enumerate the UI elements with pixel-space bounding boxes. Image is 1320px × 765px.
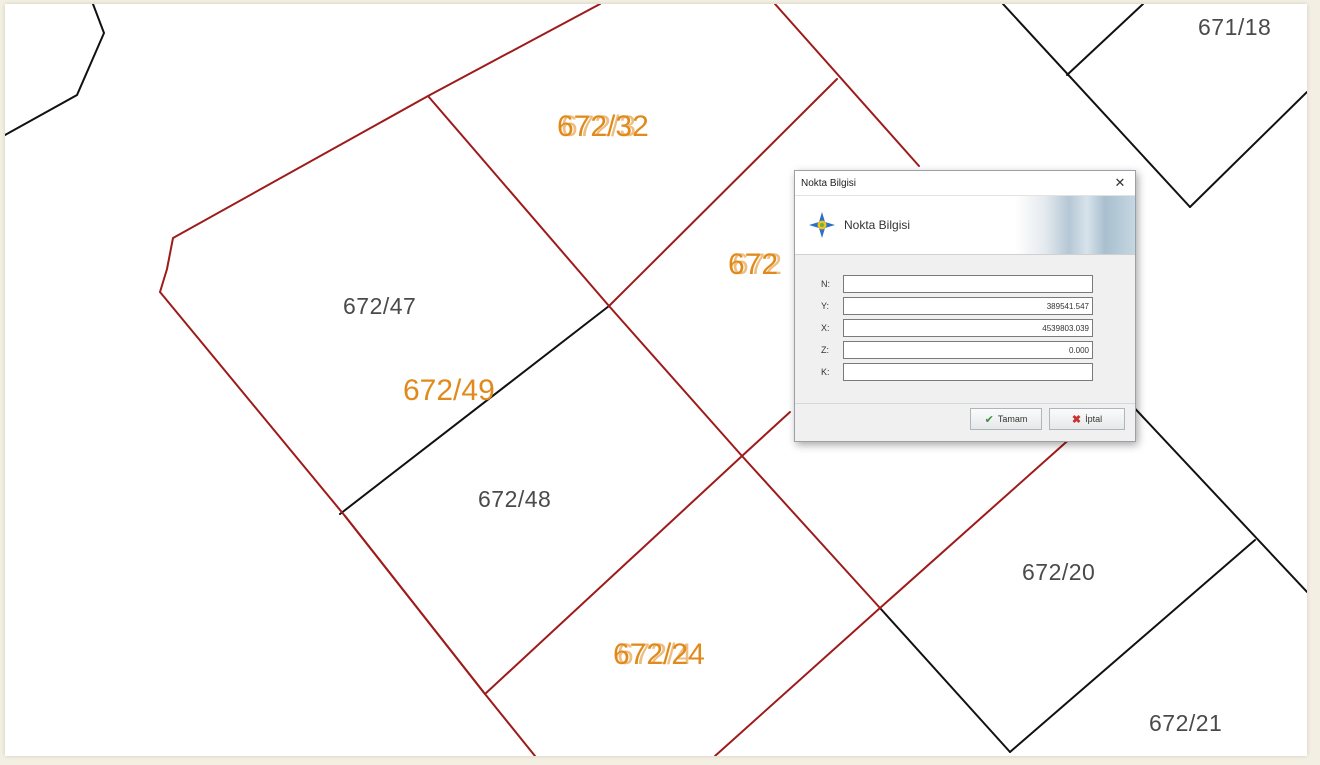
parcel-label: 671/18 [1198, 14, 1272, 40]
field-label: X: [821, 323, 830, 333]
overlapping-parcel-label: 672 672 [728, 248, 782, 282]
boundary-line [159, 4, 601, 293]
check-icon: ✔ [984, 413, 994, 426]
field-row-k: K: [795, 363, 1135, 383]
front-label: 672/32 [557, 110, 649, 143]
boundary-line [741, 411, 791, 457]
boundary-line [5, 4, 106, 136]
compass-icon [809, 212, 835, 238]
parcel-label-highlight: 672/49 [403, 374, 495, 407]
ok-button-label: Tamam [997, 414, 1028, 424]
overlapping-parcel-label: 672/3 672/32 [557, 110, 649, 144]
parcel-label: 672/48 [478, 486, 552, 512]
field-row-n: N: [795, 275, 1135, 295]
field-row-x: X: [795, 319, 1135, 339]
field-label: N: [821, 279, 830, 289]
boundary-line [1189, 91, 1307, 208]
boundary-line [879, 607, 1011, 753]
field-row-z: Z: [795, 341, 1135, 361]
front-label: 672 [728, 248, 779, 281]
banner-graphic [1015, 196, 1135, 254]
cancel-button-label: İptal [1085, 414, 1103, 424]
boundary-line [1126, 399, 1307, 593]
point-info-dialog: Nokta Bilgisi ✕ Nokta Bilgisi N: Y: 3895… [794, 170, 1136, 442]
dialog-banner: Nokta Bilgisi [795, 196, 1135, 255]
overlapping-parcel-label: 672/4 672/24 [613, 638, 705, 672]
dialog-divider [795, 403, 1135, 404]
x-field[interactable] [843, 319, 1093, 337]
close-icon[interactable]: ✕ [1111, 175, 1129, 191]
boundary-line [344, 515, 486, 695]
boundary-line [774, 4, 920, 167]
parcel-label: 672/21 [1149, 710, 1223, 736]
dialog-title: Nokta Bilgisi [801, 177, 857, 189]
parcel-label: 672/20 [1022, 559, 1096, 585]
front-label: 672/24 [613, 638, 705, 671]
field-label: Y: [821, 301, 830, 311]
z-field[interactable] [843, 341, 1093, 359]
map-canvas[interactable]: 671/18 672/47 672/48 672/20 672/21 672/4… [5, 4, 1307, 756]
cross-icon: ✖ [1071, 413, 1082, 426]
field-label: Z: [821, 345, 829, 355]
parcel-label: 672/47 [343, 293, 417, 319]
boundary-line [1066, 4, 1144, 76]
boundary-line [339, 305, 610, 515]
desktop-area: 671/18 672/47 672/48 672/20 672/21 672/4… [0, 0, 1320, 765]
y-field[interactable] [843, 297, 1093, 315]
ok-button[interactable]: ✔ Tamam [970, 408, 1042, 430]
boundary-line [714, 607, 881, 756]
cancel-button[interactable]: ✖ İptal [1049, 408, 1125, 430]
field-label: K: [821, 367, 830, 377]
banner-title: Nokta Bilgisi [844, 218, 911, 232]
k-field[interactable] [843, 363, 1093, 381]
n-field[interactable] [843, 275, 1093, 293]
dialog-titlebar[interactable]: Nokta Bilgisi ✕ [795, 171, 1135, 196]
field-row-y: Y: [795, 297, 1135, 317]
